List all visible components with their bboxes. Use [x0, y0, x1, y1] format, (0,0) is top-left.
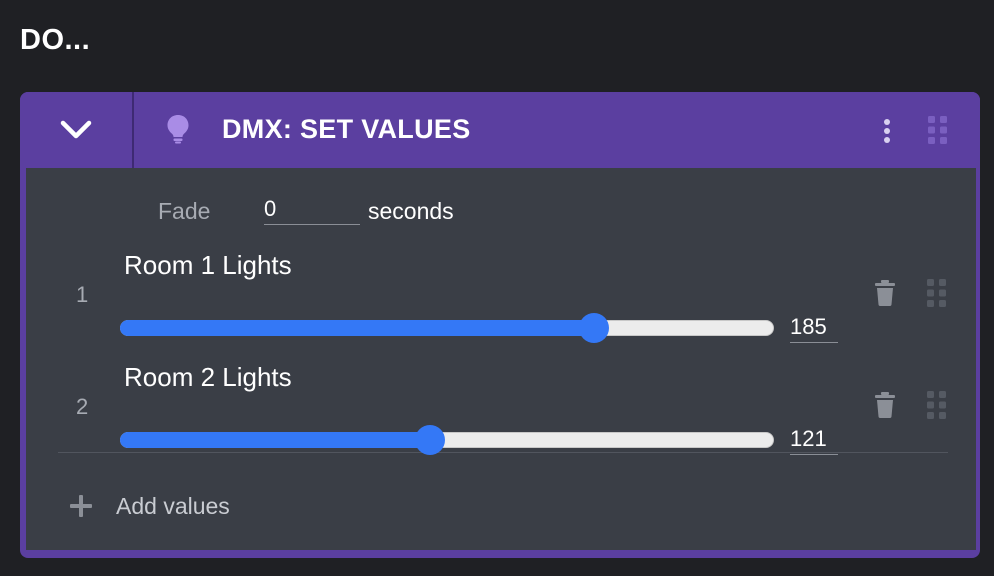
slider-thumb[interactable] — [415, 425, 445, 455]
drag-handle-icon[interactable] — [926, 278, 948, 308]
fade-label: Fade — [158, 198, 211, 224]
dmx-action-card: DMX: SET VALUES Fade seconds 1 Room 1 Li… — [20, 92, 980, 558]
add-values-button[interactable]: Add values — [70, 488, 230, 524]
channel-value-input[interactable] — [790, 424, 838, 455]
value-row: 1 Room 1 Lights — [58, 250, 948, 362]
section-title: DO... — [20, 24, 91, 56]
kebab-menu-icon[interactable] — [878, 118, 896, 144]
fade-unit-label: seconds — [368, 198, 454, 224]
row-name: Room 1 Lights — [124, 250, 292, 280]
channel-slider[interactable] — [120, 425, 774, 455]
row-name: Room 2 Lights — [124, 362, 292, 392]
drag-handle-icon[interactable] — [926, 114, 950, 146]
lightbulb-icon — [167, 115, 189, 144]
channel-value-input[interactable] — [790, 312, 838, 343]
row-index: 1 — [76, 282, 89, 307]
slider-fill — [120, 432, 430, 448]
chevron-down-icon — [60, 120, 92, 139]
slider-fill — [120, 320, 594, 336]
trash-icon[interactable] — [874, 280, 896, 306]
value-row: 2 Room 2 Lights — [58, 362, 948, 474]
row-index: 2 — [76, 394, 89, 419]
add-values-label: Add values — [116, 492, 230, 519]
slider-thumb[interactable] — [579, 313, 609, 343]
header-divider — [132, 92, 134, 168]
drag-handle-icon[interactable] — [926, 390, 948, 420]
channel-slider[interactable] — [120, 313, 774, 343]
fade-seconds-input[interactable] — [264, 194, 360, 225]
card-header: DMX: SET VALUES — [20, 92, 980, 168]
collapse-button[interactable] — [20, 92, 132, 168]
card-title: DMX: SET VALUES — [222, 114, 471, 144]
trash-icon[interactable] — [874, 392, 896, 418]
plus-icon — [70, 495, 92, 517]
card-body: Fade seconds 1 Room 1 Lights — [26, 168, 976, 550]
